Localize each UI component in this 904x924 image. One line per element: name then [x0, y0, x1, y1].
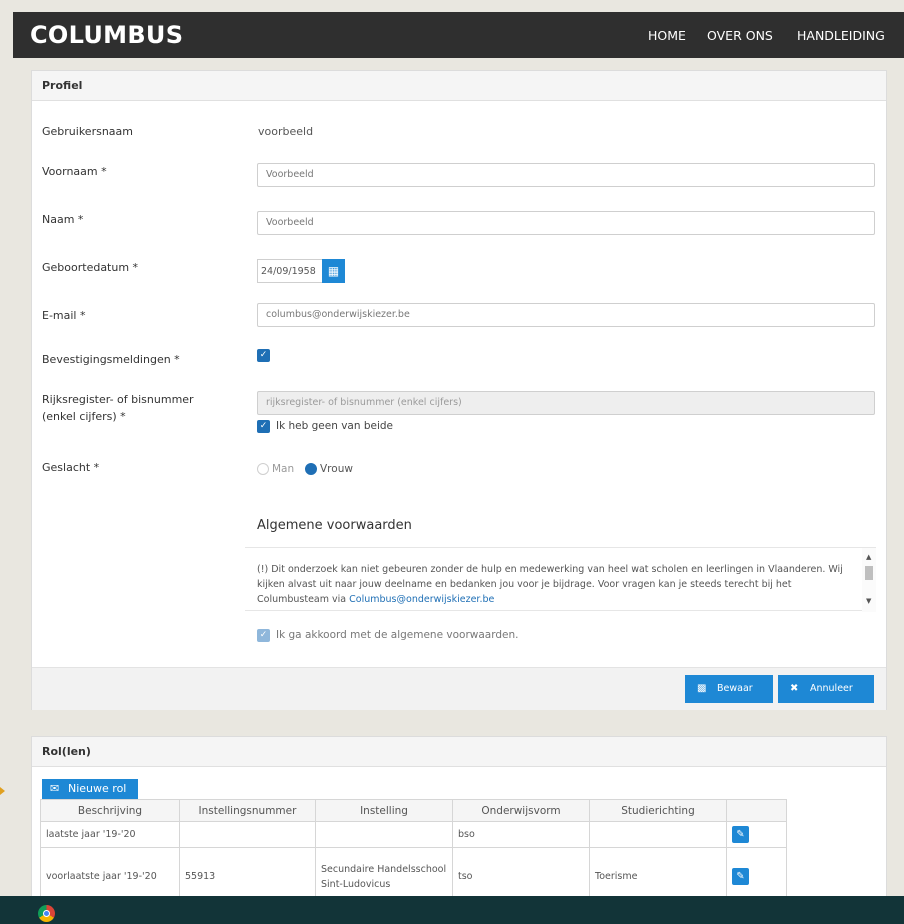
register-number-input[interactable]: rijksregister- of bisnummer (enkel cijfe…	[257, 391, 875, 415]
cancel-button-label: Annuleer	[810, 683, 853, 694]
calendar-button[interactable]: ▦	[322, 259, 345, 283]
save-button-label: Bewaar	[717, 683, 753, 694]
terms-title: Algemene voorwaarden	[257, 518, 412, 533]
edit-icon[interactable]: ✎	[732, 826, 749, 843]
scroll-thumb[interactable]	[865, 566, 873, 580]
register-label: Rijksregister- of bisnummer (enkel cijfe…	[42, 391, 194, 425]
scroll-down-icon[interactable]: ▼	[866, 597, 871, 605]
email-input[interactable]: columbus@onderwijskiezer.be	[257, 303, 875, 327]
terms-agree-label: Ik ga akkoord met de algemene voorwaarde…	[276, 629, 519, 641]
gender-label-vrouw: Vrouw	[320, 463, 353, 475]
roles-panel: Rol(len) ✉ Nieuwe rol Beschrijving Inste…	[31, 736, 887, 906]
cell-actions: ✎	[726, 821, 787, 848]
cancel-button[interactable]: ✖ Annuleer	[778, 675, 874, 703]
profile-footer: ▩ Bewaar ✖ Annuleer	[32, 667, 886, 710]
chrome-icon[interactable]	[38, 905, 55, 922]
register-label-line-1: Rijksregister- of bisnummer	[42, 393, 194, 406]
email-label: E-mail *	[42, 309, 86, 322]
username-label: Gebruikersnaam	[42, 125, 133, 138]
table-row: laatste jaar '19-'20 bso ✎	[40, 821, 787, 848]
profile-panel-title: Profiel	[32, 71, 886, 101]
cell-studierichting	[589, 821, 727, 848]
save-button[interactable]: ▩ Bewaar	[685, 675, 773, 703]
nav-home-link[interactable]: HOME	[648, 28, 686, 43]
col-actions	[726, 799, 787, 822]
nav-handleiding-link[interactable]: HANDLEIDING	[797, 28, 885, 43]
profile-panel: Profiel Gebruikersnaam voorbeeld Voornaa…	[31, 70, 887, 710]
col-studierichting: Studierichting	[589, 799, 727, 822]
scroll-up-icon[interactable]: ▲	[866, 553, 871, 561]
cell-instellingsnummer	[179, 821, 316, 848]
cursor-arrow-icon	[0, 787, 5, 795]
roles-panel-title: Rol(len)	[32, 737, 886, 767]
brand-logo[interactable]: COLUMBUS	[30, 21, 183, 49]
cell-instelling	[315, 821, 453, 848]
close-icon: ✖	[790, 683, 799, 694]
terms-text: (!) Dit onderzoek kan niet gebeuren zond…	[257, 562, 855, 607]
calendar-icon: ▦	[327, 264, 340, 278]
col-instelling: Instelling	[315, 799, 453, 822]
birthdate-input[interactable]: 24/09/1958	[257, 259, 323, 283]
lastname-label: Naam *	[42, 213, 84, 226]
col-onderwijsvorm: Onderwijsvorm	[452, 799, 590, 822]
firstname-input[interactable]: Voorbeeld	[257, 163, 875, 187]
cell-onderwijsvorm: bso	[452, 821, 590, 848]
table-header-row: Beschrijving Instellingsnummer Instellin…	[40, 799, 787, 822]
terms-scrollbox[interactable]: (!) Dit onderzoek kan niet gebeuren zond…	[245, 547, 876, 612]
cell-beschrijving: laatste jaar '19-'20	[40, 821, 180, 848]
os-taskbar	[0, 896, 904, 924]
checkmark-icon: ✓	[259, 630, 268, 640]
gender-radio-vrouw[interactable]	[305, 463, 317, 475]
nav-over-ons-link[interactable]: OVER ONS	[707, 28, 773, 43]
gender-label-man: Man	[272, 463, 295, 475]
terms-body: (!) Dit onderzoek kan niet gebeuren zond…	[257, 564, 843, 605]
firstname-label: Voornaam *	[42, 165, 107, 178]
top-navbar: COLUMBUS HOME OVER ONS HANDLEIDING	[13, 12, 904, 58]
terms-agree-checkbox[interactable]: ✓	[257, 629, 270, 642]
col-beschrijving: Beschrijving	[40, 799, 180, 822]
terms-email-link[interactable]: Columbus@onderwijskiezer.be	[349, 594, 494, 605]
register-label-line-2: (enkel cijfers) *	[42, 410, 126, 423]
col-instellingsnummer: Instellingsnummer	[179, 799, 316, 822]
checkmark-icon: ✓	[259, 350, 268, 360]
confirmations-checkbox[interactable]: ✓	[257, 349, 270, 362]
none-checkbox-label: Ik heb geen van beide	[276, 420, 394, 432]
none-checkbox[interactable]: ✓	[257, 420, 270, 433]
lastname-input[interactable]: Voorbeeld	[257, 211, 875, 235]
new-role-button[interactable]: ✉ Nieuwe rol	[42, 779, 138, 799]
save-icon: ▩	[697, 683, 707, 694]
chrome-icon-center	[43, 910, 50, 917]
new-role-label: Nieuwe rol	[68, 782, 127, 795]
username-value: voorbeeld	[258, 125, 314, 138]
edit-icon[interactable]: ✎	[732, 868, 749, 885]
gender-label: Geslacht *	[42, 461, 100, 474]
envelope-icon: ✉	[50, 782, 60, 795]
checkmark-icon: ✓	[259, 421, 268, 431]
roles-table: Beschrijving Instellingsnummer Instellin…	[40, 799, 787, 906]
gender-radio-man[interactable]	[257, 463, 269, 475]
terms-scrollbar[interactable]: ▲ ▼	[862, 548, 876, 612]
confirmations-label: Bevestigingsmeldingen *	[42, 353, 180, 366]
birthdate-label: Geboortedatum *	[42, 261, 139, 274]
